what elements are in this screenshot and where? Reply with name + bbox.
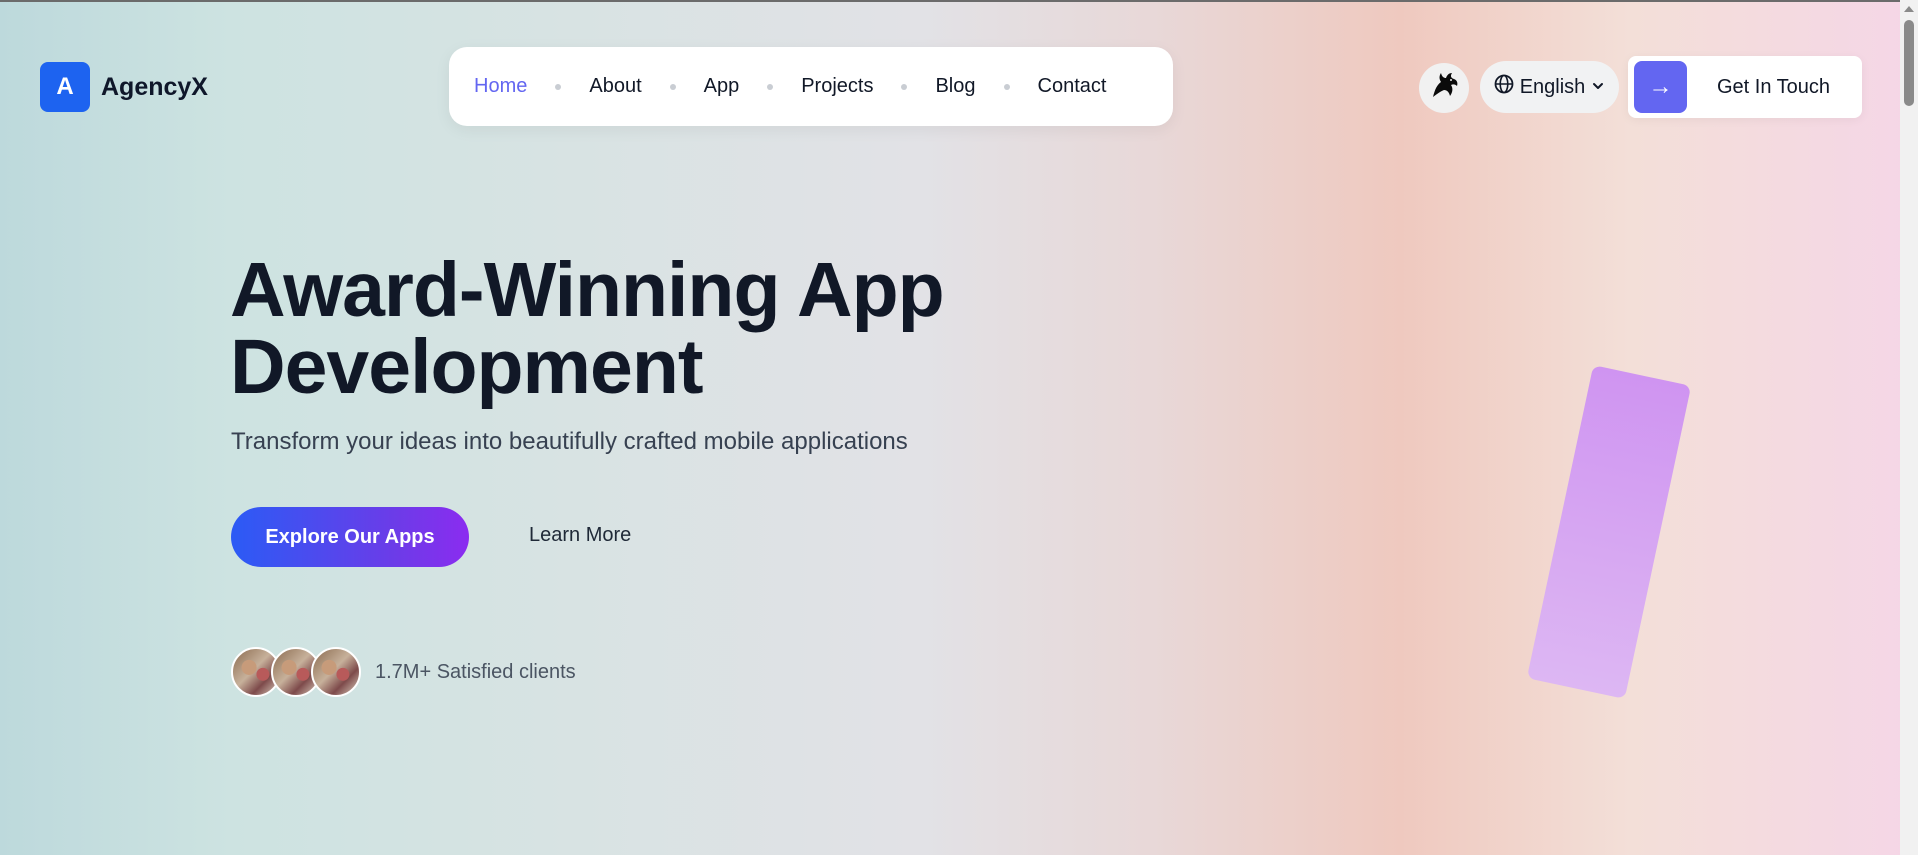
nav-separator [555, 83, 562, 90]
language-select[interactable]: English [1480, 61, 1619, 113]
hero-title: Award-Winning App Development [230, 252, 1130, 406]
nav-separator [901, 83, 908, 90]
hero-title-line-2: Development [230, 324, 704, 410]
hero-title-line-1: Award-Winning App [230, 247, 945, 333]
nav-item-app[interactable]: App [704, 75, 740, 98]
chevron-down-icon [1591, 76, 1605, 99]
nav-separator [767, 83, 774, 90]
logo-name: AgencyX [101, 72, 208, 101]
nav-item-blog[interactable]: Blog [935, 75, 975, 98]
scroll-up-arrow-icon[interactable] [1904, 6, 1914, 12]
language-label: English [1519, 75, 1586, 98]
avatar [311, 647, 361, 697]
nav-item-home[interactable]: Home [474, 75, 527, 98]
logo[interactable]: A AgencyX [40, 62, 208, 112]
get-in-touch-label: Get In Touch [1717, 75, 1831, 98]
explore-apps-button[interactable]: Explore Our Apps [231, 507, 469, 567]
scrollbar-thumb[interactable] [1904, 20, 1914, 106]
nav-separator [1003, 83, 1010, 90]
scrollbar[interactable] [1900, 0, 1918, 855]
learn-more-button[interactable]: Learn More [529, 524, 631, 547]
clients-summary: 1.7M+ Satisfied clients [231, 647, 576, 697]
main-nav: Home About App Projects Blog Contact [449, 47, 1173, 126]
get-in-touch-button[interactable]: → Get In Touch [1628, 56, 1862, 118]
theme-toggle-button[interactable] [1419, 63, 1469, 113]
nav-item-about[interactable]: About [589, 75, 641, 98]
globe-icon [1494, 74, 1514, 100]
nav-separator [669, 83, 676, 90]
hero-subtitle: Transform your ideas into beautifully cr… [231, 428, 908, 455]
nav-item-projects[interactable]: Projects [801, 75, 873, 98]
arrow-right-icon: → [1634, 61, 1687, 113]
page: A AgencyX Home About App Projects Blog C… [0, 0, 1900, 855]
dragon-icon [1427, 69, 1461, 108]
logo-mark: A [40, 62, 90, 112]
decorative-card [1526, 365, 1692, 699]
clients-count: 1.7M+ Satisfied clients [375, 660, 576, 683]
nav-item-contact[interactable]: Contact [1038, 75, 1107, 98]
